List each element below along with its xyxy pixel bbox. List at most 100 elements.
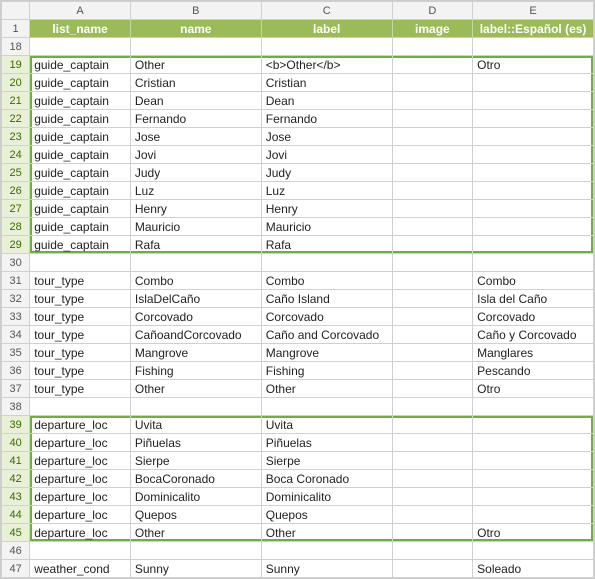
cell[interactable]: Manglares — [473, 344, 594, 362]
cell[interactable] — [473, 200, 594, 218]
cell[interactable] — [392, 290, 473, 308]
cell[interactable] — [392, 542, 473, 560]
cell[interactable] — [130, 254, 261, 272]
col-header-C[interactable]: C — [261, 2, 392, 20]
cell[interactable]: guide_captain — [30, 182, 131, 200]
cell[interactable]: Combo — [130, 272, 261, 290]
cell[interactable]: Jose — [261, 128, 392, 146]
row-header[interactable]: 21 — [2, 92, 30, 110]
cell[interactable] — [473, 434, 594, 452]
row-header[interactable]: 42 — [2, 470, 30, 488]
cell[interactable]: tour_type — [30, 326, 131, 344]
cell[interactable]: guide_captain — [30, 218, 131, 236]
cell[interactable] — [392, 488, 473, 506]
cell[interactable] — [473, 164, 594, 182]
cell[interactable]: departure_loc — [30, 506, 131, 524]
cell[interactable] — [261, 398, 392, 416]
cell[interactable] — [392, 200, 473, 218]
row-header[interactable]: 44 — [2, 506, 30, 524]
row-header[interactable]: 24 — [2, 146, 30, 164]
cell[interactable]: Other — [261, 380, 392, 398]
cell[interactable]: departure_loc — [30, 470, 131, 488]
cell[interactable]: Jovi — [130, 146, 261, 164]
row-header[interactable]: 43 — [2, 488, 30, 506]
cell[interactable]: tour_type — [30, 290, 131, 308]
cell[interactable] — [130, 542, 261, 560]
cell[interactable] — [392, 506, 473, 524]
cell[interactable] — [473, 416, 594, 434]
row-header[interactable]: 20 — [2, 74, 30, 92]
row-header[interactable]: 38 — [2, 398, 30, 416]
row-header[interactable]: 36 — [2, 362, 30, 380]
cell[interactable]: guide_captain — [30, 56, 131, 74]
cell[interactable] — [392, 74, 473, 92]
cell[interactable] — [392, 326, 473, 344]
cell[interactable]: Otro — [473, 56, 594, 74]
row-header[interactable]: 34 — [2, 326, 30, 344]
cell[interactable] — [392, 560, 473, 578]
cell[interactable] — [392, 128, 473, 146]
cell[interactable] — [261, 38, 392, 56]
grid[interactable]: A B C D E 1list_namenamelabelimagelabel:… — [1, 1, 594, 578]
cell[interactable]: departure_loc — [30, 452, 131, 470]
row-header[interactable]: 18 — [2, 38, 30, 56]
cell[interactable] — [392, 308, 473, 326]
cell[interactable]: guide_captain — [30, 164, 131, 182]
row-header[interactable]: 28 — [2, 218, 30, 236]
row-header[interactable]: 1 — [2, 20, 30, 38]
cell[interactable]: Uvita — [261, 416, 392, 434]
cell[interactable]: Mangrove — [261, 344, 392, 362]
header-cell-B[interactable]: name — [130, 20, 261, 38]
header-cell-C[interactable]: label — [261, 20, 392, 38]
cell[interactable] — [473, 146, 594, 164]
row-header[interactable]: 26 — [2, 182, 30, 200]
cell[interactable]: Quepos — [261, 506, 392, 524]
cell[interactable]: Otro — [473, 380, 594, 398]
cell[interactable] — [392, 398, 473, 416]
cell[interactable]: Luz — [130, 182, 261, 200]
cell[interactable]: Cristian — [130, 74, 261, 92]
cell[interactable]: Fishing — [130, 362, 261, 380]
cell[interactable] — [392, 380, 473, 398]
col-header-E[interactable]: E — [473, 2, 594, 20]
col-header-D[interactable]: D — [392, 2, 473, 20]
cell[interactable]: Fishing — [261, 362, 392, 380]
cell[interactable]: BocaCoronado — [130, 470, 261, 488]
cell[interactable]: Other — [130, 524, 261, 542]
spreadsheet[interactable]: A B C D E 1list_namenamelabelimagelabel:… — [0, 0, 595, 579]
row-header[interactable]: 40 — [2, 434, 30, 452]
row-header[interactable]: 41 — [2, 452, 30, 470]
cell[interactable]: Isla del Caño — [473, 290, 594, 308]
col-header-B[interactable]: B — [130, 2, 261, 20]
cell[interactable] — [392, 362, 473, 380]
row-header[interactable]: 46 — [2, 542, 30, 560]
row-header[interactable]: 45 — [2, 524, 30, 542]
cell[interactable] — [392, 524, 473, 542]
cell[interactable] — [473, 542, 594, 560]
cell[interactable]: guide_captain — [30, 92, 131, 110]
row-header[interactable]: 47 — [2, 560, 30, 578]
cell[interactable] — [392, 344, 473, 362]
cell[interactable] — [473, 182, 594, 200]
cell[interactable]: departure_loc — [30, 434, 131, 452]
cell[interactable]: IslaDelCaño — [130, 290, 261, 308]
cell[interactable] — [392, 110, 473, 128]
cell[interactable]: Boca Coronado — [261, 470, 392, 488]
row-header[interactable]: 19 — [2, 56, 30, 74]
cell[interactable]: Sunny — [130, 560, 261, 578]
cell[interactable] — [473, 506, 594, 524]
row-header[interactable]: 39 — [2, 416, 30, 434]
cell[interactable] — [473, 488, 594, 506]
cell[interactable] — [392, 56, 473, 74]
cell[interactable]: tour_type — [30, 380, 131, 398]
cell[interactable] — [473, 236, 594, 254]
col-header-A[interactable]: A — [30, 2, 131, 20]
cell[interactable]: Corcovado — [473, 308, 594, 326]
cell[interactable]: tour_type — [30, 308, 131, 326]
cell[interactable] — [473, 218, 594, 236]
cell[interactable] — [473, 92, 594, 110]
cell[interactable]: Henry — [130, 200, 261, 218]
cell[interactable]: Corcovado — [261, 308, 392, 326]
cell[interactable]: Piñuelas — [130, 434, 261, 452]
cell[interactable]: tour_type — [30, 272, 131, 290]
